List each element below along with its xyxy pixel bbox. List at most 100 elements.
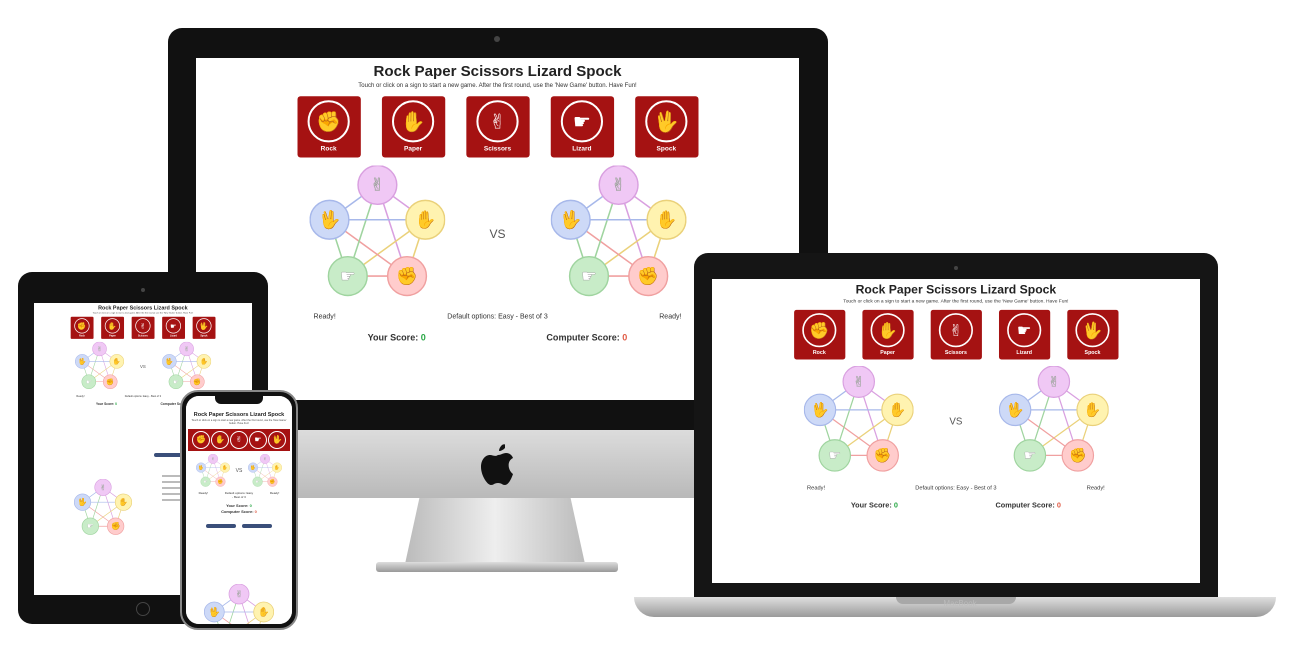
rock-icon: ✊	[802, 313, 837, 348]
computer-score-value: 0	[254, 509, 257, 514]
paper-hand-icon: ✋	[222, 465, 227, 470]
lizard-label: Lizard	[169, 334, 177, 338]
wheel-node-spock: 🖖	[74, 493, 92, 511]
player-score-value: 0	[249, 503, 252, 508]
scissors-button[interactable]: ✌ Scissors	[930, 309, 982, 360]
status-row: Ready! Default options: Easy - Best of 3…	[186, 491, 292, 499]
versus-label: VS	[949, 415, 963, 427]
wheel-node-rock: ✊	[189, 374, 205, 390]
spock-hand-icon: 🖖	[209, 606, 220, 618]
rock-hand-icon: ✊	[874, 447, 892, 464]
wheel-node-spock: 🖖	[161, 354, 177, 369]
paper-button[interactable]: ✋ Paper	[861, 309, 914, 360]
spock-hand-icon: 🖖	[78, 498, 87, 508]
player-choice-wheel: ✌ ✋ ✊ ☛ 🖖	[309, 165, 445, 297]
paper-button[interactable]: ✋ Paper	[381, 96, 445, 158]
wheel-node-rock: ✊	[267, 476, 278, 487]
scissors-hand-icon: ✌	[184, 346, 189, 353]
player-score-value: 0	[115, 402, 118, 406]
player-score-label: Your Score:	[226, 503, 249, 508]
rock-icon: ✊	[74, 318, 90, 334]
computer-choice-wheel: ✌ ✋ ✊ ☛ 🖖	[550, 165, 686, 297]
wheel-node-spock: 🖖	[204, 601, 225, 623]
wheel-node-spock: 🖖	[74, 354, 90, 369]
scissors-label: Scissors	[483, 145, 512, 153]
game-arena: ✌ ✋ ✊ ☛ 🖖 VS ✌ ✋ ✊ ☛ 🖖	[186, 454, 292, 488]
computer-score: Computer Score: 0	[995, 501, 1060, 509]
spock-hand-icon: 🖖	[1006, 402, 1024, 420]
lizard-hand-icon: ☛	[339, 266, 355, 286]
spock-button[interactable]: 🖖	[268, 431, 286, 449]
wheel-node-paper: ✋	[272, 462, 283, 473]
player-score-value: 0	[420, 332, 426, 343]
lizard-button[interactable]: ☛ Lizard	[998, 309, 1050, 360]
scissors-hand-icon: ✌	[211, 456, 215, 461]
paper-hand-icon: ✋	[275, 465, 280, 470]
spock-button[interactable]: 🖖 Spock	[192, 316, 216, 339]
laptop-camera	[954, 266, 958, 270]
new-game-button[interactable]	[206, 524, 236, 528]
phone-app: Rock Paper Scissors Lizard Spock Touch o…	[186, 396, 292, 624]
wheel-node-spock: 🖖	[998, 393, 1031, 427]
lizard-button[interactable]: ☛	[249, 431, 267, 449]
player-status: Ready!	[76, 395, 85, 398]
wheel-node-scissors: ✌	[179, 341, 194, 357]
score-row: Your Score: 0 Computer Score: 0	[712, 501, 1200, 509]
computer-score: Computer Score: 0	[186, 509, 292, 514]
spock-hand-icon: 🖖	[811, 402, 829, 420]
default-options-text: Default options: Easy - Best of 3	[124, 395, 162, 398]
paper-button[interactable]: ✋ Paper	[100, 316, 124, 339]
scissors-button[interactable]: ✌ Scissors	[131, 316, 155, 339]
wheel-node-lizard: ☛	[327, 255, 368, 297]
tablet-home-button	[136, 602, 150, 616]
computer-status: Ready!	[1086, 485, 1105, 492]
computer-score-value: 0	[622, 332, 628, 343]
scissors-hand-icon: ✌	[852, 373, 864, 389]
sign-buttons: ✊ Rock ✋ Paper ✌ Scissors ☛ Lizard 🖖 Spock	[712, 309, 1200, 360]
sign-buttons: ✊ Rock ✋ Paper ✌ Scissors ☛ Lizard 🖖 Spock	[196, 96, 799, 158]
paper-button[interactable]: ✋	[211, 431, 229, 449]
player-choice-wheel: ✌ ✋ ✊ ☛ 🖖	[74, 341, 124, 390]
apple-logo-icon	[481, 444, 513, 485]
wheel-node-lizard: ☛	[81, 517, 99, 535]
wheel-node-paper: ✋	[253, 601, 274, 623]
spock-hand-icon: 🖖	[559, 210, 581, 232]
rock-label: Rock	[320, 145, 337, 153]
scissors-button[interactable]: ✌	[230, 431, 248, 449]
computer-choice-wheel: ✌ ✋ ✊ ☛ 🖖	[161, 341, 211, 390]
paper-label: Paper	[109, 334, 116, 338]
options-button[interactable]	[242, 524, 272, 528]
rock-button[interactable]: ✊ Rock	[793, 309, 845, 360]
wheel-node-spock: 🖖	[309, 199, 350, 240]
wheel-node-spock: 🖖	[803, 393, 836, 427]
rock-button[interactable]: ✊ Rock	[297, 96, 361, 158]
paper-hand-icon: ✋	[1083, 402, 1101, 418]
wheel-node-lizard: ☛	[81, 374, 96, 390]
spock-button[interactable]: 🖖 Spock	[1066, 309, 1119, 360]
wheel-node-scissors: ✌	[597, 165, 639, 206]
spock-button[interactable]: 🖖 Spock	[634, 96, 698, 158]
wheel-node-spock: 🖖	[195, 462, 206, 473]
lizard-button[interactable]: ☛ Lizard	[161, 316, 185, 339]
lizard-hand-icon: ☛	[256, 479, 260, 484]
spock-label: Spock	[656, 145, 677, 153]
scissors-button[interactable]: ✌ Scissors	[465, 96, 530, 158]
lizard-button[interactable]: ☛ Lizard	[550, 96, 614, 158]
lizard-hand-icon: ☛	[203, 479, 207, 484]
rock-button[interactable]: ✊	[192, 431, 210, 449]
tablet-lower-wheel: ✌ ✋ ✊ ☛ 🖖	[74, 479, 132, 535]
wheel-node-rock: ✊	[386, 255, 427, 297]
player-score: Your Score: 0	[851, 501, 898, 509]
wheel-node-lizard: ☛	[252, 476, 263, 487]
player-status: Ready!	[807, 485, 826, 492]
imac-camera	[494, 36, 500, 42]
default-options-text: Default options: Easy - Best of 3	[915, 485, 997, 492]
wheel-node-rock: ✊	[102, 374, 118, 390]
paper-hand-icon: ✋	[200, 358, 208, 366]
paper-hand-icon: ✋	[888, 402, 906, 418]
player-status: Ready!	[198, 491, 209, 495]
wheel-node-rock: ✊	[627, 255, 668, 297]
scissors-icon: ✌	[938, 313, 973, 348]
phone-notch	[215, 396, 263, 404]
rock-button[interactable]: ✊ Rock	[70, 316, 94, 339]
